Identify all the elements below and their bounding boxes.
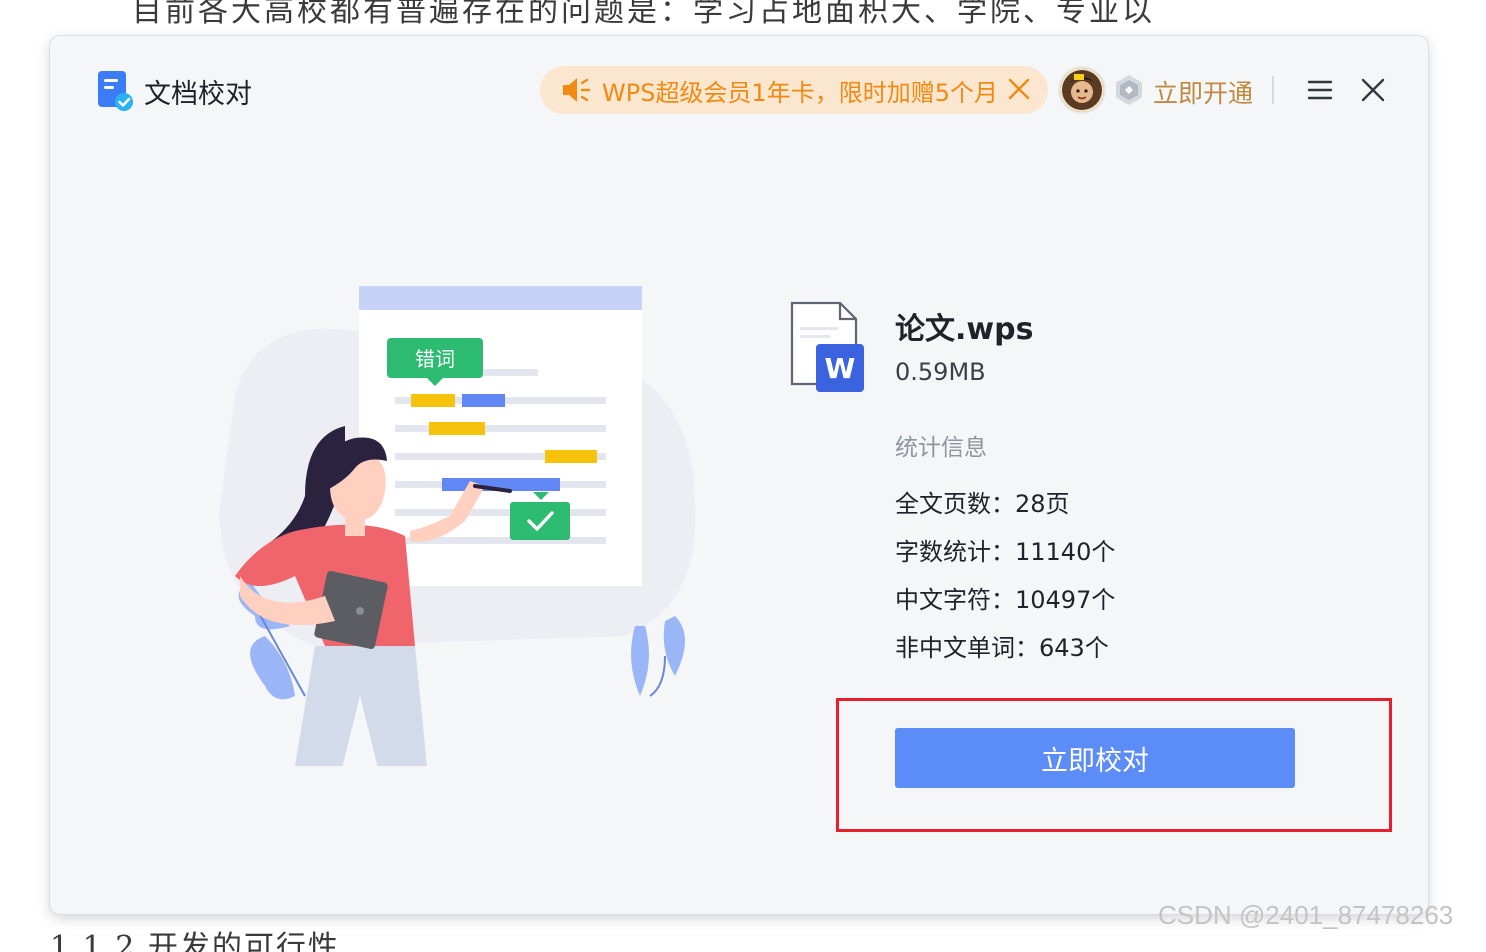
- promo-text: WPS超级会员1年卡，限时加赠5个月: [602, 78, 998, 107]
- app-title: 文档校对: [144, 79, 252, 110]
- dialog-header: 文档校对 WPS超级会员1年卡，限时加赠5个月 立即开通: [50, 36, 1428, 146]
- proofread-app-icon: [98, 71, 133, 111]
- promo-banner[interactable]: WPS超级会员1年卡，限时加赠5个月: [540, 66, 1048, 114]
- menu-icon[interactable]: [1306, 76, 1334, 104]
- proofread-dialog: 文档校对 WPS超级会员1年卡，限时加赠5个月 立即开通 错词 W 论文.wps…: [50, 36, 1428, 914]
- stats-heading: 统计信息: [895, 435, 987, 461]
- background-doc-text-top: 目前各大高校都有普遍存在的问题是：学习占地面积大、学院、专业以: [132, 0, 1155, 26]
- word-file-icon: W: [790, 301, 864, 392]
- file-name: 论文.wps: [895, 312, 1034, 347]
- avatar-image: [1060, 68, 1104, 112]
- start-proofread-button[interactable]: 立即校对: [895, 728, 1295, 788]
- stat-chinese-chars: 中文字符：10497个: [895, 586, 1116, 614]
- promo-close-icon[interactable]: [1006, 76, 1032, 102]
- user-avatar[interactable]: [1060, 68, 1104, 112]
- proofreading-illustration: 错词: [219, 286, 696, 766]
- stat-word-count: 字数统计：11140个: [895, 538, 1116, 566]
- close-icon[interactable]: [1359, 76, 1387, 104]
- csdn-watermark: CSDN @2401_87478263: [1158, 900, 1454, 930]
- stat-non-chinese-words: 非中文单词：643个: [895, 634, 1109, 662]
- header-divider: [1272, 76, 1274, 104]
- vip-badge-icon: [1116, 75, 1142, 105]
- background-doc-text-bottom: 1.1.2 开发的可行性: [50, 930, 340, 952]
- stat-total-pages: 全文页数：28页: [895, 490, 1070, 518]
- speaker-icon: [563, 78, 591, 102]
- file-size: 0.59MB: [895, 358, 986, 386]
- error-word-tag: 错词: [415, 347, 455, 371]
- open-now-link[interactable]: 立即开通: [1153, 74, 1253, 110]
- file-icon-letter: W: [825, 352, 856, 385]
